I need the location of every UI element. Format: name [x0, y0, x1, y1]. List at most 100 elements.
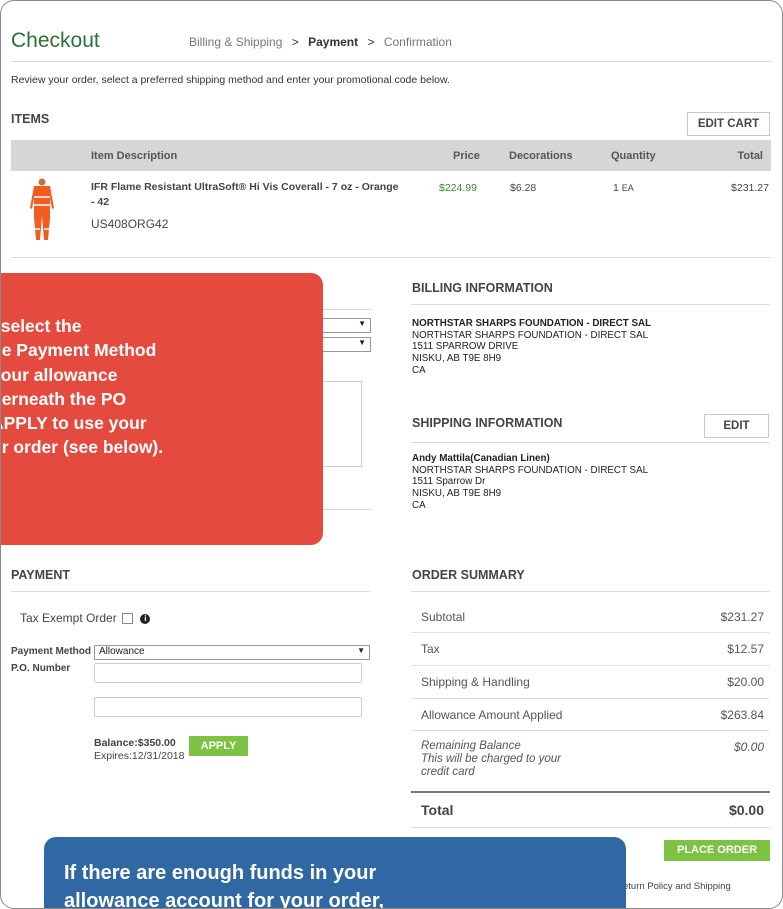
callout-red-text: , select the he Payment Method your allo…: [0, 314, 164, 460]
col-item-description: Item Description: [91, 150, 178, 162]
billing-address: NORTHSTAR SHARPS FOUNDATION - DIRECT SAL…: [412, 318, 651, 377]
total-value: $0.00: [728, 802, 764, 818]
product-price: $224.99: [439, 182, 477, 194]
edit-shipping-button[interactable]: EDIT: [704, 414, 769, 438]
product-name-line2[interactable]: - 42: [91, 196, 109, 208]
divider: [411, 442, 770, 443]
payment-method-label: Payment Method: [11, 646, 92, 657]
summary-row-shipping: Shipping & Handling $20.00: [411, 665, 770, 697]
payment-method-select[interactable]: Allowance ▼: [94, 645, 370, 660]
callout-line: APPLY to use your: [0, 413, 147, 434]
coverall-icon: [30, 178, 54, 240]
remaining-note: This will be charged to your: [421, 753, 561, 765]
items-heading: ITEMS: [11, 112, 50, 126]
shipping-name: Andy Mattila(Canadian Linen): [412, 453, 550, 464]
quantity-value: 1: [613, 182, 619, 194]
items-table-header: Item Description Price Decorations Quant…: [11, 140, 771, 171]
remaining-note: credit card: [421, 766, 475, 778]
summary-label: Subtotal: [421, 610, 466, 624]
shipping-line: NORTHSTAR SHARPS FOUNDATION - DIRECT SAL: [412, 464, 649, 476]
tax-exempt-checkbox[interactable]: [122, 613, 134, 625]
divider: [11, 61, 771, 62]
shipping-method-select[interactable]: ▼: [319, 318, 371, 333]
shipping-line: CA: [412, 499, 426, 511]
billing-line: NISKU, AB T9E 8H9: [412, 353, 502, 365]
info-icon[interactable]: i: [140, 613, 151, 624]
billing-line: CA: [412, 364, 426, 376]
apply-button[interactable]: APPLY: [189, 736, 248, 756]
payment-heading: PAYMENT: [11, 568, 71, 582]
po-number-input-2[interactable]: [94, 697, 362, 717]
summary-value: $20.00: [727, 675, 764, 689]
summary-row-total: Total $0.00: [411, 791, 770, 827]
billing-line: NORTHSTAR SHARPS FOUNDATION - DIRECT SAL: [412, 329, 649, 341]
allowance-balance: Balance:$350.00: [94, 737, 176, 749]
product-name-line1[interactable]: IFR Flame Resistant UltraSoft® Hi Vis Co…: [91, 181, 398, 194]
summary-value: $263.84: [720, 708, 764, 722]
summary-row-subtotal: Subtotal $231.27: [411, 601, 770, 632]
billing-line: 1511 SPARROW DRIVE: [412, 341, 519, 353]
breadcrumb: Billing & Shipping > Payment > Confirmat…: [189, 35, 452, 49]
quantity-unit: EA: [621, 183, 634, 193]
divider: [411, 827, 770, 828]
dropdown-arrow-icon: ▼: [358, 338, 366, 347]
shipping-option-select[interactable]: ▼: [319, 337, 371, 352]
payment-method-value: Allowance: [99, 646, 145, 657]
dropdown-arrow-icon: ▼: [357, 646, 365, 655]
divider: [11, 591, 371, 592]
summary-row-allowance: Allowance Amount Applied $263.84: [411, 698, 770, 730]
breadcrumb-payment: Payment: [308, 35, 359, 49]
callout-line: your allowance: [0, 364, 118, 385]
billing-line: NORTHSTAR SHARPS FOUNDATION - DIRECT SAL: [412, 318, 652, 329]
po-number-label: P.O. Number: [11, 663, 71, 674]
place-order-button[interactable]: PLACE ORDER: [664, 840, 770, 861]
callout-line: If there are enough funds in your: [64, 862, 377, 884]
callout-blue-text: If there are enough funds in your allowa…: [64, 859, 385, 909]
summary-value: $231.27: [720, 610, 764, 624]
dropdown-arrow-icon: ▼: [358, 319, 366, 328]
callout-line: he Payment Method: [0, 340, 157, 361]
edit-cart-button[interactable]: EDIT CART: [687, 112, 770, 136]
breadcrumb-billing[interactable]: Billing & Shipping: [189, 35, 282, 49]
remaining-value: $0.00: [733, 740, 764, 754]
return-policy-link[interactable]: eturn Policy and Shipping: [623, 881, 731, 892]
callout-line: , select the: [0, 316, 82, 336]
order-summary-heading: ORDER SUMMARY: [412, 568, 525, 582]
tax-exempt-label: Tax Exempt Order: [20, 611, 117, 625]
remaining-label: Remaining Balance: [421, 740, 521, 752]
remaining-block: Remaining Balance This will be charged t…: [421, 740, 561, 779]
breadcrumb-separator: >: [291, 35, 299, 49]
shipping-heading: SHIPPING INFORMATION: [412, 416, 563, 430]
total-label: Total: [421, 802, 454, 818]
summary-label: Tax: [421, 642, 440, 656]
callout-line: ur order (see below).: [0, 437, 164, 458]
intro-text: Review your order, select a preferred sh…: [11, 74, 450, 86]
summary-row-remaining: Remaining Balance This will be charged t…: [411, 730, 770, 789]
shipping-line: NISKU, AB T9E 8H9: [412, 488, 502, 500]
shipping-address: Andy Mattila(Canadian Linen) NORTHSTAR S…: [412, 453, 648, 512]
col-decorations: Decorations: [509, 150, 573, 162]
divider: [411, 304, 770, 305]
shipping-line: 1511 Sparrow Dr: [412, 476, 486, 488]
allowance-expires: Expires:12/31/2018: [94, 750, 185, 762]
breadcrumb-separator: >: [367, 35, 375, 49]
col-price: Price: [453, 150, 480, 162]
col-total: Total: [737, 150, 763, 162]
product-quantity: 1 EA: [613, 182, 634, 194]
instruction-callout-blue: If there are enough funds in your allowa…: [44, 837, 626, 909]
callout-line: allowance account for your order,: [64, 890, 385, 909]
tax-exempt-row: Tax Exempt Order i: [20, 611, 151, 625]
callout-line: derneath the PO: [0, 388, 127, 409]
breadcrumb-confirmation: Confirmation: [383, 35, 452, 49]
billing-heading: BILLING INFORMATION: [412, 281, 553, 295]
divider: [411, 591, 770, 592]
product-total: $231.27: [731, 182, 769, 194]
summary-value: $12.57: [727, 642, 764, 656]
product-decorations: $6.28: [510, 182, 537, 194]
divider: [11, 257, 771, 258]
page-title: Checkout: [11, 29, 100, 52]
col-quantity: Quantity: [611, 150, 656, 162]
po-number-input[interactable]: [94, 663, 362, 683]
instruction-callout-red: , select the he Payment Method your allo…: [0, 273, 323, 545]
product-image[interactable]: [25, 178, 59, 242]
